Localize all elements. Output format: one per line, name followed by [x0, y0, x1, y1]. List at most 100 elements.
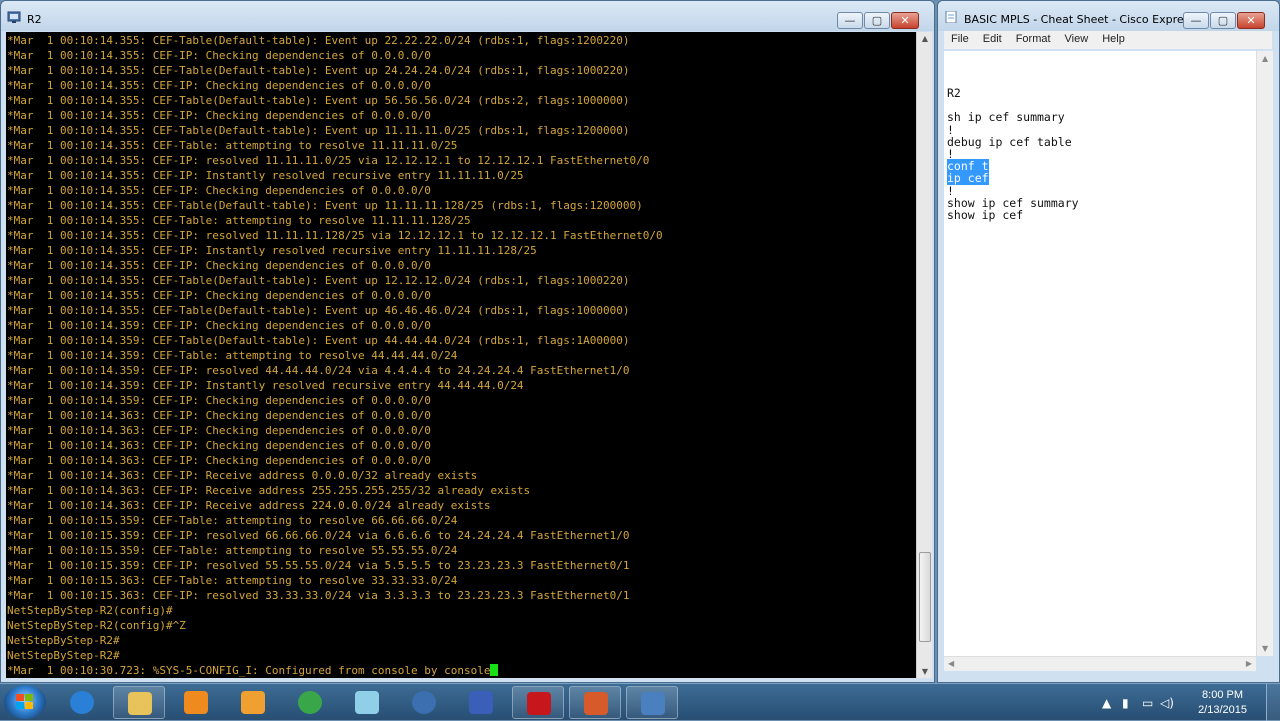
notepad-icon — [355, 691, 379, 714]
network-app-icon — [412, 691, 436, 714]
taskbar-outlook-button[interactable] — [227, 686, 279, 719]
scroll-up-icon[interactable]: ▲ — [1262, 54, 1268, 63]
media-player-icon — [184, 691, 208, 714]
terminal-line-text: *Mar 1 00:10:14.363: CEF-IP: Receive add… — [7, 484, 531, 497]
terminal-line: *Mar 1 00:10:14.363: CEF-IP: Receive add… — [6, 483, 916, 498]
terminal-maximize-button[interactable]: ▢ — [864, 12, 890, 29]
notepad-close-button[interactable]: ✕ — [1237, 12, 1265, 29]
notepad-line-text: debug ip cef table — [947, 134, 1072, 149]
taskbar-visio-button[interactable] — [455, 686, 507, 719]
terminal-line: *Mar 1 00:10:14.355: CEF-IP: Instantly r… — [6, 243, 916, 258]
taskbar-media-player-button[interactable] — [170, 686, 222, 719]
show-hidden-icons-icon[interactable]: ▲ — [1102, 696, 1111, 710]
terminal-line-text: *Mar 1 00:10:14.355: CEF-Table(Default-t… — [7, 124, 630, 137]
windows-logo-icon — [16, 694, 34, 710]
notepad-text-area[interactable]: R2 sh ip cef summary! debug ip cef table! c… — [944, 51, 1256, 656]
terminal-app-icon — [7, 11, 21, 23]
terminal-titlebar[interactable]: R2 — ▢ ✕ — [1, 1, 934, 31]
network-signal-icon[interactable]: ▮ — [1122, 696, 1129, 710]
notepad-menubar: File Edit Format View Help — [944, 31, 1272, 49]
maximize-icon: ▢ — [871, 14, 883, 27]
notepad-title: BASIC MPLS - Cheat Sheet - Cisco Expres.… — [964, 13, 1200, 26]
notepad-horizontal-scrollbar[interactable]: ◀ ▶ — [944, 656, 1256, 671]
terminal-line-text: *Mar 1 00:10:14.355: CEF-Table(Default-t… — [7, 34, 630, 47]
terminal-line: *Mar 1 00:10:14.355: CEF-Table(Default-t… — [6, 63, 916, 78]
terminal-title: R2 — [27, 13, 42, 26]
notepad-vertical-scrollbar[interactable]: ▲ ▼ — [1256, 51, 1273, 656]
terminal-line-text: *Mar 1 00:10:14.355: CEF-IP: Checking de… — [7, 289, 431, 302]
volume-icon[interactable]: ◁) — [1160, 696, 1174, 710]
terminal-line-text: *Mar 1 00:10:14.355: CEF-IP: Checking de… — [7, 79, 431, 92]
terminal-line-text: *Mar 1 00:10:14.355: CEF-Table(Default-t… — [7, 94, 630, 107]
taskbar-file-explorer-button[interactable] — [113, 686, 165, 719]
terminal-line: *Mar 1 00:10:15.359: CEF-Table: attempti… — [6, 543, 916, 558]
terminal-line: *Mar 1 00:10:14.355: CEF-Table(Default-t… — [6, 93, 916, 108]
outlook-icon — [241, 691, 265, 714]
terminal-line-text: *Mar 1 00:10:14.359: CEF-IP: Instantly r… — [7, 379, 524, 392]
system-tray: ▲ ▮ ▭ ◁) 8:00 PM 2/13/2015 — [1090, 684, 1280, 721]
scroll-down-icon[interactable]: ▼ — [1262, 644, 1268, 653]
notepad-titlebar[interactable]: BASIC MPLS - Cheat Sheet - Cisco Expres.… — [938, 1, 1279, 31]
terminal-line: NetStepByStep-R2(config)#^Z — [6, 618, 916, 633]
close-icon: ✕ — [900, 14, 910, 27]
power-icon[interactable]: ▭ — [1142, 696, 1153, 710]
terminal-scrollbar[interactable]: ▲ ▼ — [916, 32, 932, 678]
terminal-line-text: *Mar 1 00:10:14.359: CEF-IP: Checking de… — [7, 319, 431, 332]
terminal-minimize-button[interactable]: — — [837, 12, 863, 29]
terminal-line: *Mar 1 00:10:14.359: CEF-IP: Checking de… — [6, 393, 916, 408]
scroll-right-icon[interactable]: ▶ — [1246, 659, 1252, 668]
taskbar-internet-explorer-button[interactable] — [56, 686, 108, 719]
terminal-line-text: *Mar 1 00:10:15.359: CEF-Table: attempti… — [7, 544, 458, 557]
scroll-down-icon[interactable]: ▼ — [917, 667, 933, 676]
terminal-line: *Mar 1 00:10:14.355: CEF-IP: Checking de… — [6, 78, 916, 93]
notepad-window: BASIC MPLS - Cheat Sheet - Cisco Expres.… — [937, 0, 1280, 683]
terminal-line: *Mar 1 00:10:15.359: CEF-IP: resolved 55… — [6, 558, 916, 573]
terminal-line-text: *Mar 1 00:10:15.359: CEF-IP: resolved 66… — [7, 529, 630, 542]
scroll-left-icon[interactable]: ◀ — [948, 659, 954, 668]
menu-file[interactable]: File — [944, 31, 976, 49]
terminal-line-text: *Mar 1 00:10:14.363: CEF-IP: Checking de… — [7, 439, 431, 452]
terminal-line-text: *Mar 1 00:10:14.355: CEF-IP: Instantly r… — [7, 169, 524, 182]
menu-help[interactable]: Help — [1095, 31, 1132, 49]
notepad-minimize-button[interactable]: — — [1183, 12, 1209, 29]
taskbar-chrome-button[interactable] — [284, 686, 336, 719]
clock[interactable]: 8:00 PM 2/13/2015 — [1198, 688, 1247, 718]
terminal-line-text: *Mar 1 00:10:14.359: CEF-IP: resolved 44… — [7, 364, 630, 377]
taskbar-acrobat-button[interactable] — [512, 686, 564, 719]
clock-time: 8:00 PM — [1202, 689, 1244, 701]
terminal-line: *Mar 1 00:10:15.363: CEF-Table: attempti… — [6, 573, 916, 588]
terminal-close-button[interactable]: ✕ — [891, 12, 919, 29]
powerpoint-icon — [584, 692, 608, 715]
menu-format[interactable]: Format — [1009, 31, 1058, 49]
terminal-line-text: *Mar 1 00:10:14.363: CEF-IP: Receive add… — [7, 469, 478, 482]
terminal-line-text: NetStepByStep-R2(config)# — [7, 604, 173, 617]
terminal-line-text: NetStepByStep-R2# — [7, 649, 120, 662]
terminal-line-text: *Mar 1 00:10:14.363: CEF-IP: Checking de… — [7, 409, 431, 422]
terminal-line-text: *Mar 1 00:10:15.363: CEF-IP: resolved 33… — [7, 589, 630, 602]
terminal-line: *Mar 1 00:10:14.355: CEF-IP: resolved 11… — [6, 228, 916, 243]
menu-view[interactable]: View — [1058, 31, 1096, 49]
taskbar-terminal-app-button[interactable] — [626, 686, 678, 719]
terminal-line: *Mar 1 00:10:14.355: CEF-Table: attempti… — [6, 138, 916, 153]
terminal-line: *Mar 1 00:10:14.359: CEF-Table(Default-t… — [6, 333, 916, 348]
terminal-line: *Mar 1 00:10:14.355: CEF-IP: Checking de… — [6, 108, 916, 123]
terminal-line-text: *Mar 1 00:10:14.355: CEF-Table(Default-t… — [7, 274, 630, 287]
start-button[interactable] — [4, 685, 46, 719]
terminal-output[interactable]: *Mar 1 00:10:14.355: CEF-Table(Default-t… — [6, 32, 916, 678]
terminal-line: *Mar 1 00:10:15.359: CEF-IP: resolved 66… — [6, 528, 916, 543]
terminal-scroll-thumb[interactable] — [919, 552, 931, 642]
taskbar-network-app-button[interactable] — [398, 686, 450, 719]
taskbar-powerpoint-button[interactable] — [569, 686, 621, 719]
menu-edit[interactable]: Edit — [976, 31, 1009, 49]
terminal-line-text: *Mar 1 00:10:14.355: CEF-IP: resolved 11… — [7, 229, 663, 242]
terminal-line: *Mar 1 00:10:14.355: CEF-IP: Checking de… — [6, 48, 916, 63]
scroll-up-icon[interactable]: ▲ — [917, 34, 933, 43]
clock-date: 2/13/2015 — [1198, 704, 1247, 716]
chrome-icon — [298, 691, 322, 714]
file-explorer-icon — [128, 692, 152, 715]
show-desktop-button[interactable] — [1266, 684, 1280, 721]
taskbar-notepad-button[interactable] — [341, 686, 393, 719]
notepad-maximize-button[interactable]: ▢ — [1210, 12, 1236, 29]
terminal-line: NetStepByStep-R2(config)# — [6, 603, 916, 618]
text-cursor — [490, 664, 499, 676]
